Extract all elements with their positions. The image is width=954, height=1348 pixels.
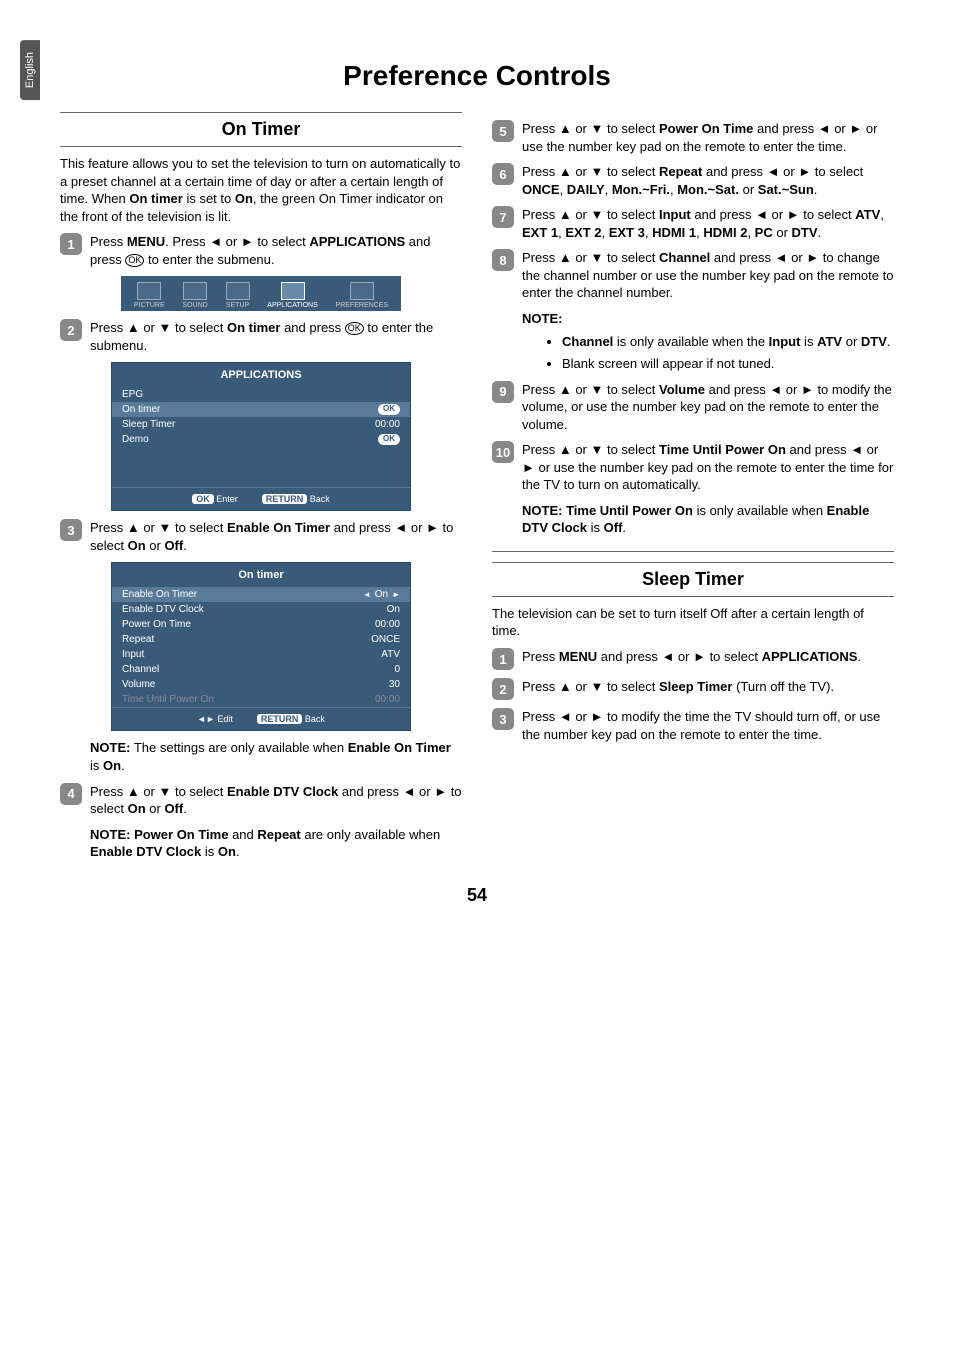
step-7: 7 Press ▲ or ▼ to select Input and press…: [492, 206, 894, 241]
step-3: 3 Press ▲ or ▼ to select Enable On Timer…: [60, 519, 462, 554]
osd-row: Channel0: [112, 662, 410, 677]
osd-on-timer: On timer Enable On Timer◄On► Enable DTV …: [111, 562, 411, 731]
page-number: 54: [60, 885, 894, 906]
osd-menu-bar: PICTURE SOUND SETUP APPLICATIONS PREFERE…: [121, 276, 401, 311]
osd-row: Power On Time00:00: [112, 617, 410, 632]
step-badge: 6: [492, 163, 514, 185]
step-badge: 2: [492, 678, 514, 700]
osd-row: EPG: [112, 387, 410, 402]
picture-icon: [137, 282, 161, 300]
step-9: 9 Press ▲ or ▼ to select Volume and pres…: [492, 381, 894, 434]
menu-sound: SOUND: [182, 282, 207, 309]
osd-footer: OK Enter RETURN Back: [112, 487, 410, 510]
setup-icon: [226, 282, 250, 300]
step-badge: 1: [60, 233, 82, 255]
step-badge: 1: [492, 648, 514, 670]
step-6: 6 Press ▲ or ▼ to select Repeat and pres…: [492, 163, 894, 198]
note-time-until: NOTE: Time Until Power On is only availa…: [522, 502, 894, 537]
page-title: Preference Controls: [60, 60, 894, 92]
on-timer-intro: This feature allows you to set the telev…: [60, 155, 462, 225]
applications-icon: [281, 282, 305, 300]
note-dtv-clock-on: NOTE: Power On Time and Repeat are only …: [90, 826, 462, 861]
left-arrow-icon: ◄: [363, 590, 371, 599]
osd-applications: APPLICATIONS EPG On timerOK Sleep Timer0…: [111, 362, 411, 511]
ok-icon: OK: [345, 322, 364, 335]
sleep-step-1: 1 Press MENU and press ◄ or ► to select …: [492, 648, 894, 670]
step-badge: 9: [492, 381, 514, 403]
osd-row: InputATV: [112, 647, 410, 662]
step-badge: 3: [492, 708, 514, 730]
section-sleep-timer-title: Sleep Timer: [492, 562, 894, 597]
osd-title: APPLICATIONS: [112, 363, 410, 387]
divider: [492, 551, 894, 552]
menu-picture: PICTURE: [134, 282, 165, 309]
osd-row: Volume30: [112, 677, 410, 692]
osd-footer: ◄► Edit RETURN Back: [112, 707, 410, 730]
osd-row: Sleep Timer00:00: [112, 417, 410, 432]
sound-icon: [183, 282, 207, 300]
sleep-timer-intro: The television can be set to turn itself…: [492, 605, 894, 640]
step-badge: 5: [492, 120, 514, 142]
step-4: 4 Press ▲ or ▼ to select Enable DTV Cloc…: [60, 783, 462, 818]
note-channel: NOTE:: [522, 310, 894, 328]
step-badge: 8: [492, 249, 514, 271]
osd-row: Enable DTV ClockOn: [112, 602, 410, 617]
step-badge: 7: [492, 206, 514, 228]
menu-applications: APPLICATIONS: [267, 282, 317, 309]
step-2: 2 Press ▲ or ▼ to select On timer and pr…: [60, 319, 462, 354]
osd-title: On timer: [112, 563, 410, 587]
preferences-icon: [350, 282, 374, 300]
right-arrow-icon: ►: [392, 590, 400, 599]
bullet-blank-screen: Blank screen will appear if not tuned.: [562, 355, 894, 373]
right-column: 5 Press ▲ or ▼ to select Power On Time a…: [492, 112, 894, 867]
osd-row-selected: On timerOK: [112, 402, 410, 417]
ok-icon: OK: [125, 254, 144, 267]
menu-setup: SETUP: [226, 282, 250, 309]
step-badge: 2: [60, 319, 82, 341]
nav-arrows-icon: ◄►: [197, 714, 215, 724]
step-10: 10 Press ▲ or ▼ to select Time Until Pow…: [492, 441, 894, 494]
osd-row: DemoOK: [112, 432, 410, 447]
step-1: 1 Press MENU. Press ◄ or ► to select APP…: [60, 233, 462, 268]
osd-row-selected: Enable On Timer◄On►: [112, 587, 410, 602]
osd-row-disabled: Time Until Power On00:00: [112, 692, 410, 707]
left-column: On Timer This feature allows you to set …: [60, 112, 462, 867]
step-badge: 4: [60, 783, 82, 805]
section-on-timer-title: On Timer: [60, 112, 462, 147]
note-bullets: Channel is only available when the Input…: [562, 333, 894, 372]
osd-row: RepeatONCE: [112, 632, 410, 647]
menu-preferences: PREFERENCES: [336, 282, 389, 309]
step-5: 5 Press ▲ or ▼ to select Power On Time a…: [492, 120, 894, 155]
sleep-step-2: 2 Press ▲ or ▼ to select Sleep Timer (Tu…: [492, 678, 894, 700]
bullet-channel: Channel is only available when the Input…: [562, 333, 894, 351]
step-badge: 3: [60, 519, 82, 541]
step-8: 8 Press ▲ or ▼ to select Channel and pre…: [492, 249, 894, 302]
language-tab: English: [20, 40, 40, 100]
sleep-step-3: 3 Press ◄ or ► to modify the time the TV…: [492, 708, 894, 743]
note-enable-on-timer: NOTE: The settings are only available wh…: [90, 739, 462, 774]
step-badge: 10: [492, 441, 514, 463]
